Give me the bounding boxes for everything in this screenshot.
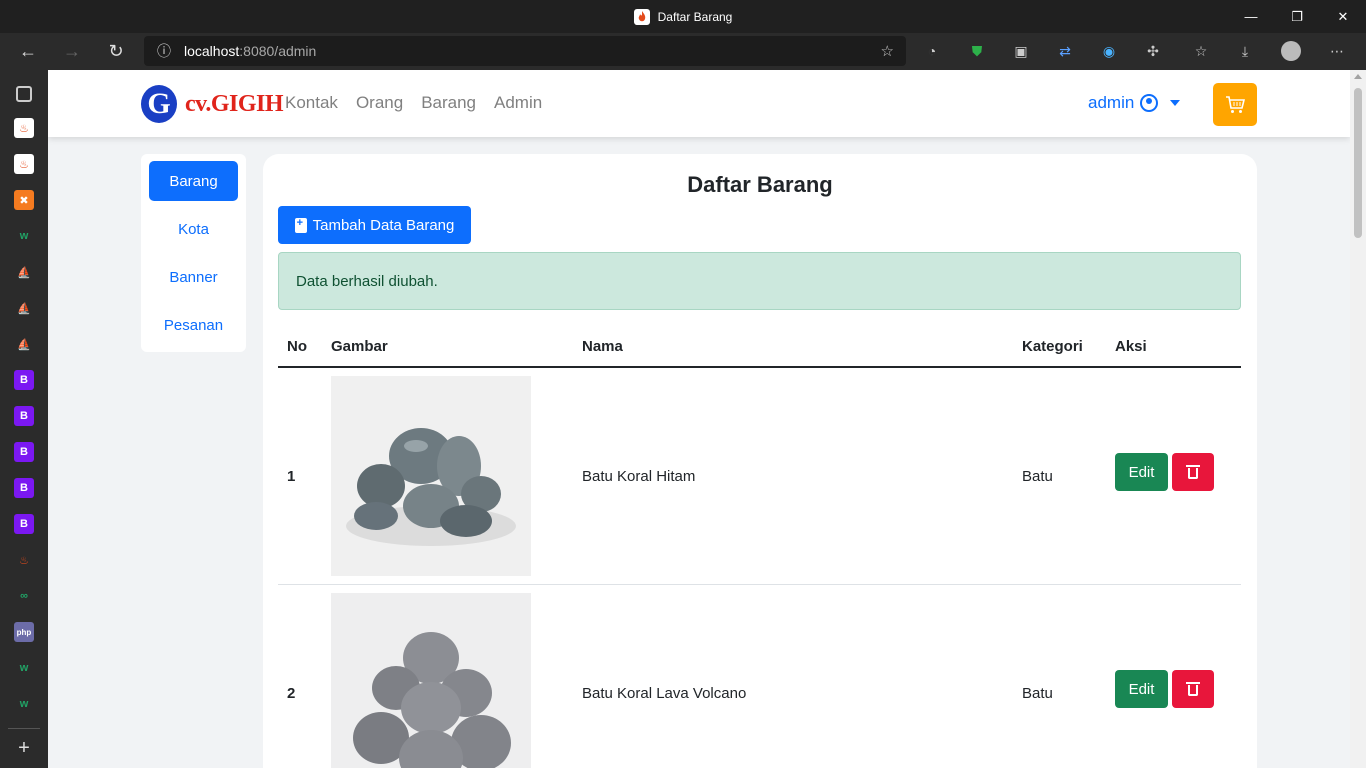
tab-pma-icon[interactable]: ⛵ bbox=[14, 298, 34, 318]
col-header-gambar: Gambar bbox=[331, 338, 388, 355]
col-header-no: No bbox=[287, 338, 307, 355]
more-menu-icon[interactable]: ⋯ bbox=[1325, 40, 1349, 62]
browser-titlebar: Daftar Barang — ❐ ✕ bbox=[0, 0, 1366, 33]
row2-delete-button[interactable] bbox=[1172, 670, 1214, 708]
side-menu-pesanan[interactable]: Pesanan bbox=[149, 305, 238, 345]
tracking-icon[interactable]: ◔ bbox=[920, 40, 944, 62]
main-content-card: Daftar Barang Tambah Data Barang Data be… bbox=[263, 154, 1257, 768]
sync-extension-icon[interactable]: ◉ bbox=[1097, 40, 1121, 62]
downloads-icon[interactable]: ⤓ bbox=[1233, 40, 1257, 62]
forward-icon[interactable]: → bbox=[56, 37, 88, 65]
url-path: :8080/admin bbox=[239, 43, 317, 59]
menu-barang[interactable]: Barang bbox=[421, 93, 476, 113]
tab-link-icon[interactable]: ∞ bbox=[14, 586, 34, 606]
cart-icon bbox=[1226, 95, 1245, 113]
side-menu-barang[interactable]: Barang bbox=[149, 161, 238, 201]
row1-no: 1 bbox=[287, 468, 296, 485]
tab-pma-icon[interactable]: ⛵ bbox=[14, 334, 34, 354]
col-header-kategori: Kategori bbox=[1022, 338, 1083, 355]
scroll-up-icon[interactable] bbox=[1354, 74, 1362, 79]
sidebar-divider bbox=[8, 728, 40, 729]
row2-kategori: Batu bbox=[1022, 685, 1053, 702]
col-header-nama: Nama bbox=[582, 338, 623, 355]
side-menu-kota[interactable]: Kota bbox=[149, 209, 238, 249]
site-logo[interactable]: G cv.GIGIH bbox=[141, 84, 284, 124]
admin-side-menu: Barang Kota Banner Pesanan bbox=[141, 154, 246, 352]
cart-button[interactable] bbox=[1213, 83, 1257, 126]
trash-icon bbox=[1186, 682, 1200, 696]
menu-admin[interactable]: Admin bbox=[494, 93, 542, 113]
table-header-border bbox=[278, 366, 1241, 368]
page-scrollbar[interactable] bbox=[1350, 70, 1366, 768]
side-menu-banner[interactable]: Banner bbox=[149, 257, 238, 297]
codeigniter-favicon-icon bbox=[633, 8, 650, 25]
add-favorite-icon[interactable]: ☆ bbox=[881, 42, 894, 60]
success-alert: Data berhasil diubah. bbox=[278, 252, 1241, 310]
translate-icon[interactable]: ⇄ bbox=[1053, 40, 1077, 62]
minimize-button[interactable]: — bbox=[1228, 0, 1274, 33]
col-header-aksi: Aksi bbox=[1115, 338, 1147, 355]
row1-edit-button[interactable]: Edit bbox=[1115, 453, 1168, 491]
url-host: localhost bbox=[184, 43, 240, 59]
site-menu: Kontak Orang Barang Admin bbox=[285, 93, 542, 113]
vertical-tabs-sidebar: ♨ ♨ ✖ w ⛵ ⛵ ⛵ B B B B B ♨ ∞ php w w + bbox=[0, 70, 48, 768]
favorites-icon[interactable]: ☆ bbox=[1189, 40, 1213, 62]
tab-title: Daftar Barang bbox=[657, 9, 733, 24]
shield-extension-icon[interactable]: ⛊ bbox=[965, 40, 989, 62]
tab-xampp-icon[interactable]: ✖ bbox=[14, 190, 34, 210]
address-bar[interactable]: ⓘ localhost :8080/admin ☆ bbox=[144, 36, 906, 66]
profile-icon[interactable] bbox=[1279, 40, 1303, 62]
trash-icon bbox=[1186, 465, 1200, 479]
tab-codeigniter-icon[interactable]: ♨ bbox=[14, 154, 34, 174]
tab-actions-icon[interactable] bbox=[16, 86, 32, 102]
user-circle-icon bbox=[1140, 94, 1159, 112]
row1-delete-button[interactable] bbox=[1172, 453, 1214, 491]
chevron-down-icon bbox=[1170, 100, 1181, 106]
row1-image bbox=[331, 376, 531, 576]
user-name: admin bbox=[1088, 93, 1135, 112]
site-info-icon[interactable]: ⓘ bbox=[144, 41, 184, 61]
new-tab-icon[interactable]: + bbox=[14, 737, 34, 759]
tab-bootstrap-icon[interactable]: B bbox=[14, 370, 34, 390]
tab-codeigniter-icon[interactable]: ♨ bbox=[14, 118, 34, 138]
maximize-button[interactable]: ❐ bbox=[1274, 0, 1320, 33]
user-dropdown[interactable]: admin bbox=[1088, 93, 1181, 113]
extensions-puzzle-icon[interactable]: ✣ bbox=[1141, 40, 1165, 62]
row1-kategori: Batu bbox=[1022, 468, 1053, 485]
tab-w-icon[interactable]: w bbox=[14, 658, 34, 678]
window-title: Daftar Barang bbox=[0, 0, 1366, 33]
tab-codeigniter-icon[interactable]: ♨ bbox=[14, 550, 34, 570]
logo-mark: G bbox=[141, 85, 177, 123]
tab-bootstrap-icon[interactable]: B bbox=[14, 514, 34, 534]
add-item-button[interactable]: Tambah Data Barang bbox=[278, 206, 471, 244]
tab-pma-icon[interactable]: ⛵ bbox=[14, 262, 34, 282]
tab-bootstrap-icon[interactable]: B bbox=[14, 478, 34, 498]
refresh-icon[interactable]: ↻ bbox=[100, 37, 132, 65]
tab-php-icon[interactable]: php bbox=[14, 622, 34, 642]
file-plus-icon bbox=[294, 217, 307, 233]
add-item-label: Tambah Data Barang bbox=[312, 216, 455, 234]
row2-nama: Batu Koral Lava Volcano bbox=[582, 685, 747, 702]
tab-bootstrap-icon[interactable]: B bbox=[14, 406, 34, 426]
scrollbar-thumb[interactable] bbox=[1354, 88, 1362, 238]
row-divider bbox=[278, 584, 1241, 585]
close-button[interactable]: ✕ bbox=[1320, 0, 1366, 33]
row2-image bbox=[331, 593, 531, 768]
tab-w-icon[interactable]: w bbox=[14, 226, 34, 246]
row1-nama: Batu Koral Hitam bbox=[582, 468, 696, 485]
menu-kontak[interactable]: Kontak bbox=[285, 93, 338, 113]
page-viewport: G cv.GIGIH Kontak Orang Barang Admin adm… bbox=[48, 70, 1350, 768]
tab-w-icon[interactable]: w bbox=[14, 694, 34, 714]
tab-bootstrap-icon[interactable]: B bbox=[14, 442, 34, 462]
browser-toolbar: ← → ↻ ⓘ localhost :8080/admin ☆ ◔ ⛊ ▣ ⇄ … bbox=[0, 33, 1366, 70]
menu-orang[interactable]: Orang bbox=[356, 93, 403, 113]
back-icon[interactable]: ← bbox=[12, 37, 44, 65]
site-navbar: G cv.GIGIH Kontak Orang Barang Admin adm… bbox=[48, 70, 1350, 137]
row2-no: 2 bbox=[287, 685, 296, 702]
logo-text: cv.GIGIH bbox=[185, 90, 284, 117]
extension-icon[interactable]: ▣ bbox=[1009, 40, 1033, 62]
row2-edit-button[interactable]: Edit bbox=[1115, 670, 1168, 708]
page-title: Daftar Barang bbox=[687, 172, 833, 197]
